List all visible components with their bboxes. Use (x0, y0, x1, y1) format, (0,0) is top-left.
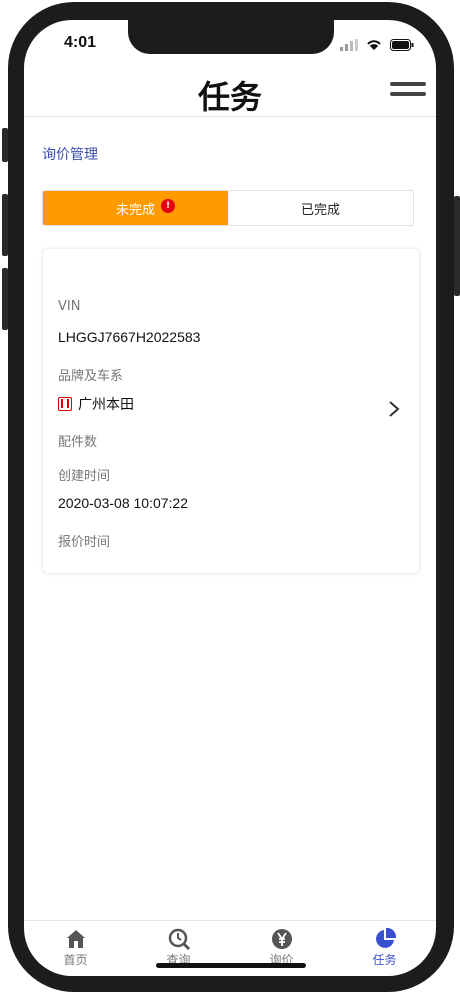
parts-count-label: 配件数 (58, 435, 98, 450)
signal-icon (340, 36, 358, 55)
header-divider (24, 116, 436, 117)
tab-incomplete-label: 未完成 (115, 202, 155, 218)
status-segmented-control: 未完成 ! 已完成 (42, 190, 414, 226)
status-icons (340, 36, 414, 55)
inquiry-card[interactable]: VIN LHGGJ7667H2022583 品牌及车系 广州本田 配件数 创建时… (42, 248, 420, 574)
tab-incomplete[interactable]: 未完成 ! (43, 191, 228, 225)
volume-down-button (2, 268, 8, 330)
volume-up-button (2, 194, 8, 256)
tab-completed[interactable]: 已完成 (228, 191, 413, 225)
vin-value: LHGGJ7667H2022583 (58, 329, 201, 345)
page-title: 任务 (197, 78, 262, 116)
tab-tasks-label: 任务 (372, 953, 397, 967)
battery-icon (390, 36, 414, 55)
vin-label: VIN (58, 299, 81, 314)
alert-badge: ! (161, 199, 175, 213)
brand-row: 广州本田 (58, 394, 134, 414)
tab-home[interactable]: 首页 (24, 921, 127, 976)
chevron-right-icon[interactable] (387, 399, 401, 419)
quote-time-label: 报价时间 (58, 535, 111, 550)
screen: 4:01 任务 询价管理 未完成 ! 已完成 VIN LHGGJ7667H202… (24, 20, 436, 976)
honda-logo-icon (58, 397, 72, 411)
mute-switch (2, 128, 8, 162)
wifi-icon (366, 36, 382, 55)
power-button (454, 196, 460, 296)
brand-label: 品牌及车系 (58, 369, 124, 384)
pie-chart-icon (375, 927, 396, 948)
home-indicator (156, 963, 306, 968)
yen-icon (271, 929, 292, 949)
search-icon (168, 928, 190, 951)
home-icon (66, 930, 85, 948)
tab-home-label: 首页 (63, 953, 88, 967)
brand-value: 广州本田 (78, 397, 134, 413)
tab-completed-label: 已完成 (300, 202, 340, 218)
created-time-value: 2020-03-08 10:07:22 (58, 495, 188, 511)
created-time-label: 创建时间 (58, 469, 111, 484)
tab-tasks[interactable]: 任务 (333, 921, 436, 976)
breadcrumb[interactable]: 询价管理 (42, 144, 98, 164)
status-time: 4:01 (64, 34, 97, 51)
notch (128, 20, 334, 54)
menu-icon[interactable] (390, 82, 426, 100)
